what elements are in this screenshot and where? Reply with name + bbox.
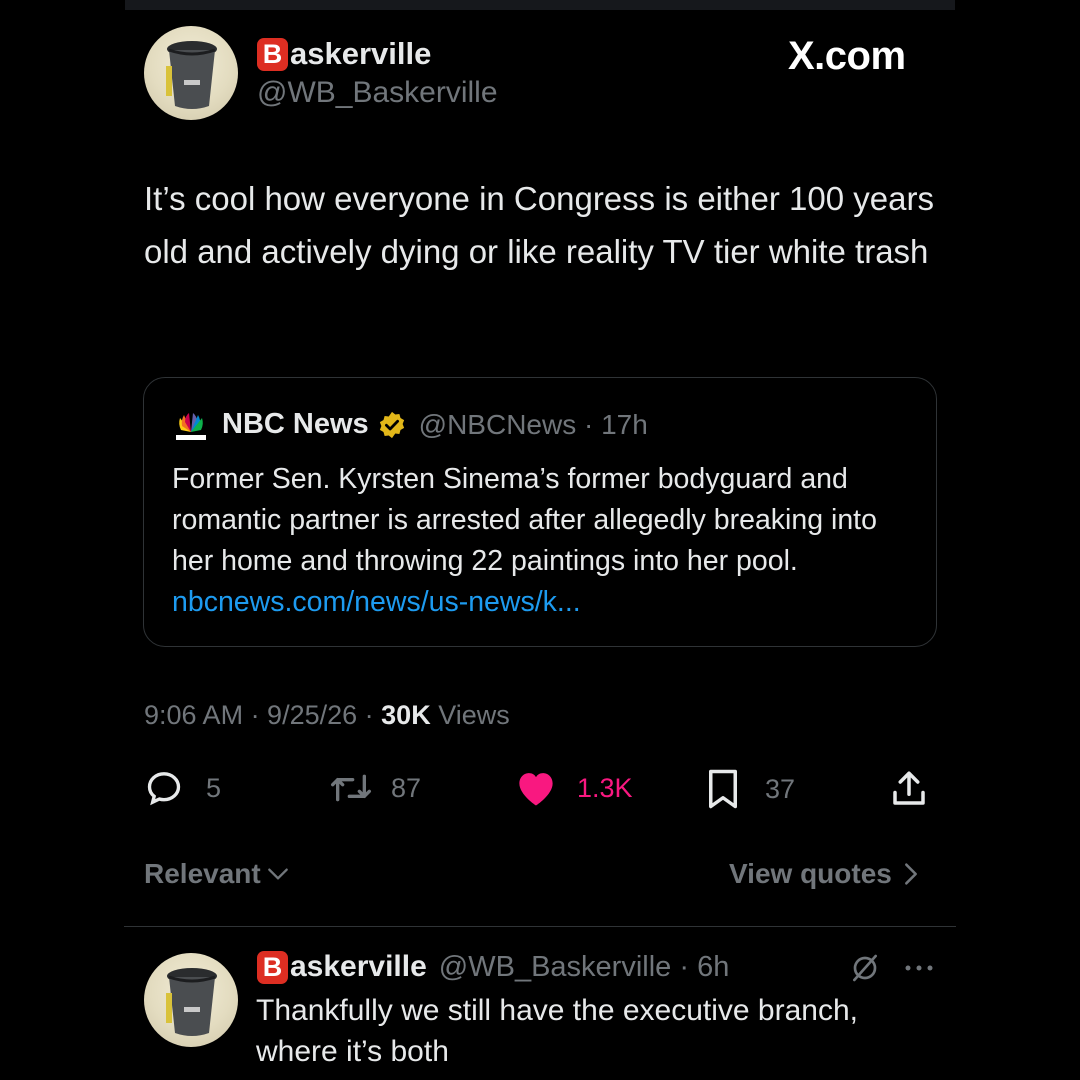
trash-can-avatar-image	[166, 968, 217, 1036]
verified-badge-icon	[379, 411, 404, 438]
timestamp[interactable]: 9:06 AM · 9/25/26 ·	[144, 700, 374, 730]
author-handle-row[interactable]: @WB_Baskerville	[257, 76, 498, 110]
grok-icon[interactable]	[849, 952, 881, 984]
tweet-text: It’s cool how everyone in Congress is ei…	[144, 180, 934, 270]
repost-count: 87	[391, 772, 422, 803]
quote-text: Former Sen. Kyrsten Sinema’s former body…	[172, 459, 912, 623]
author-avatar[interactable]	[144, 26, 238, 120]
share-icon	[893, 771, 925, 805]
chevron-down-icon	[267, 868, 288, 880]
reply-author-avatar[interactable]	[144, 953, 238, 1047]
views-label: Views	[438, 700, 510, 730]
view-quotes-link[interactable]: View quotes	[729, 858, 922, 890]
b-letter-badge: B	[257, 950, 288, 984]
heart-icon	[519, 773, 553, 806]
reply-handle-time: @WB_Baskerville · 6h	[438, 950, 730, 983]
reply-header[interactable]: B askerville @WB_Baskerville · 6h	[257, 950, 729, 984]
nbc-peacock-icon	[172, 410, 210, 444]
repost-button[interactable]: 87	[327, 768, 421, 808]
previous-post-strip	[125, 0, 955, 10]
reply-display-name: askerville	[290, 950, 427, 983]
view-quotes-label: View quotes	[729, 858, 892, 889]
like-button[interactable]: 1.3K	[515, 768, 633, 808]
quote-header: NBC News @NBCNews · 17h	[222, 408, 648, 441]
quote-author-name: NBC News	[222, 408, 369, 440]
author-handle: @WB_Baskerville	[257, 76, 498, 109]
chevron-right-icon	[904, 863, 917, 885]
reply-count: 5	[206, 772, 222, 803]
quote-handle-time: @NBCNews · 17h	[418, 408, 648, 440]
repost-icon	[331, 774, 372, 802]
reply-text: Thankfully we still have the executive b…	[256, 994, 858, 1068]
b-letter-badge: B	[257, 37, 288, 71]
divider	[124, 926, 956, 927]
author-name[interactable]: B askerville	[257, 36, 431, 72]
sort-replies-dropdown[interactable]: Relevant	[144, 858, 291, 890]
bookmark-count: 37	[765, 773, 796, 804]
bookmark-button[interactable]: 37	[705, 768, 795, 810]
share-button[interactable]	[888, 768, 930, 810]
bookmark-icon	[709, 769, 737, 809]
quote-link[interactable]: nbcnews.com/news/us-news/k...	[172, 586, 581, 618]
reply-icon	[147, 772, 181, 806]
tweet-metadata: 9:06 AM · 9/25/26 · 30K Views	[144, 700, 510, 731]
quote-body: Former Sen. Kyrsten Sinema’s former body…	[172, 463, 877, 577]
trash-can-avatar-image	[166, 41, 217, 109]
views-count: 30K	[381, 700, 431, 730]
like-count: 1.3K	[577, 772, 633, 803]
sort-label: Relevant	[144, 858, 261, 889]
quoted-tweet-card[interactable]: NBC News @NBCNews · 17h Former Sen. Kyrs…	[143, 377, 937, 647]
display-name: askerville	[290, 36, 432, 71]
reply-button[interactable]: 5	[144, 768, 221, 808]
more-options-icon[interactable]	[903, 958, 935, 978]
xcom-watermark: X.com	[788, 34, 906, 78]
